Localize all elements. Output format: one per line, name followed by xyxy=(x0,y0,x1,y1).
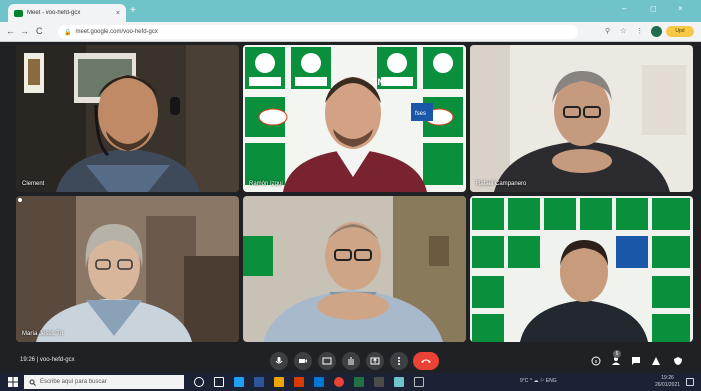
excel-icon[interactable] xyxy=(354,377,364,387)
reload-button[interactable]: C xyxy=(36,26,43,36)
tab-title: Meet - voo-hefd-gcx xyxy=(27,10,81,16)
meet-stage: Clement ANPE fses Ramón Izqui Rafael Cam… xyxy=(0,42,701,349)
meeting-time: 19:26 xyxy=(20,357,36,363)
taskbar-search[interactable]: Escribe aquí para buscar xyxy=(24,375,184,389)
participant-tile-1[interactable]: Clement xyxy=(16,45,239,192)
participant-name: Rafael Campanero xyxy=(476,181,527,187)
meeting-details: 19:26 | voo-hefd-gcx xyxy=(20,357,75,363)
fses-banner-text: fses xyxy=(415,111,426,117)
browser-tab-strip: Meet - voo-hefd-gcx × + – ◻ × xyxy=(0,0,701,22)
participant-tile-4[interactable]: María Jesús Tri xyxy=(16,196,239,342)
participant-video-3 xyxy=(470,45,693,192)
windows-start-icon[interactable] xyxy=(8,377,18,387)
participant-tile-5[interactable] xyxy=(243,196,466,342)
edge-icon[interactable] xyxy=(234,377,244,387)
participant-video-4 xyxy=(16,196,239,342)
meet-control-bar: 19:26 | voo-hefd-gcx 6 xyxy=(0,349,701,373)
cortana-icon[interactable] xyxy=(194,377,204,387)
notifications-icon[interactable] xyxy=(686,378,694,386)
toolbar-icons[interactable]: ⚲ ☆ ⋮ xyxy=(605,27,647,35)
anpe-banner-text: ANPE xyxy=(371,77,396,87)
participant-name: María Jesús Tri xyxy=(22,331,64,337)
close-window-button[interactable]: × xyxy=(678,4,683,13)
activities-icon xyxy=(652,357,660,365)
windows-taskbar: Escribe aquí para buscar 9°C ^ ☁ ⚐ ENG 1… xyxy=(0,373,701,391)
new-tab-button[interactable]: + xyxy=(130,5,136,16)
info-button[interactable] xyxy=(590,355,602,367)
meet-favicon-icon xyxy=(14,9,23,17)
tab-close-button[interactable]: × xyxy=(116,10,120,17)
raise-hand-button[interactable] xyxy=(342,352,360,370)
end-call-icon xyxy=(421,359,431,363)
file-explorer-icon[interactable] xyxy=(274,377,284,387)
store-icon[interactable] xyxy=(374,377,384,387)
present-icon xyxy=(370,357,380,365)
chat-icon xyxy=(632,357,640,365)
back-button[interactable]: ← xyxy=(6,26,15,36)
chrome-icon[interactable] xyxy=(334,377,344,387)
present-button[interactable] xyxy=(366,352,384,370)
participant-name: Ramón Izqui xyxy=(249,181,283,187)
info-icon xyxy=(591,356,601,366)
clock-date: 26/01/2021 xyxy=(655,382,681,388)
participant-tile-6[interactable] xyxy=(470,196,693,342)
search-placeholder: Escribe aquí para buscar xyxy=(40,379,107,385)
browser-tab[interactable]: Meet - voo-hefd-gcx × xyxy=(8,4,126,22)
raise-hand-icon xyxy=(348,357,354,365)
minimize-button[interactable]: – xyxy=(622,4,626,13)
meeting-code: voo-hefd-gcx xyxy=(39,357,75,363)
camera-button[interactable] xyxy=(294,352,312,370)
settings-icon[interactable] xyxy=(414,377,424,387)
meet-app-icon[interactable] xyxy=(394,377,404,387)
profile-avatar[interactable] xyxy=(651,26,662,37)
microphone-button[interactable] xyxy=(270,352,288,370)
participant-video-2: ANPE fses xyxy=(243,45,466,192)
more-options-button[interactable] xyxy=(390,352,408,370)
chat-button[interactable] xyxy=(630,355,642,367)
taskbar-clock[interactable]: 19:26 26/01/2021 xyxy=(655,375,680,389)
url-text: meet.google.com/voo-hefd-gcx xyxy=(75,29,158,35)
participant-video-1 xyxy=(16,45,239,192)
browser-toolbar: ← → C 🔒 meet.google.com/voo-hefd-gcx ⚲ ☆… xyxy=(0,22,701,42)
microphone-icon xyxy=(275,357,283,364)
more-options-icon xyxy=(398,357,400,365)
captions-button[interactable] xyxy=(318,352,336,370)
meeting-separator: | xyxy=(36,357,39,363)
participant-tile-3[interactable]: Rafael Campanero xyxy=(470,45,693,192)
lock-icon: 🔒 xyxy=(64,29,72,36)
people-count-badge: 6 xyxy=(613,350,621,358)
participant-name: Clement xyxy=(22,181,45,187)
system-tray[interactable]: 9°C ^ ☁ ⚐ ENG xyxy=(520,378,557,384)
word-icon[interactable] xyxy=(254,377,264,387)
participant-tile-2[interactable]: ANPE fses Ramón Izqui xyxy=(243,45,466,192)
activities-button[interactable] xyxy=(650,355,662,367)
pin-icon[interactable] xyxy=(16,196,24,204)
forward-button[interactable]: → xyxy=(20,26,29,36)
clock-time: 19:26 xyxy=(661,375,674,381)
camera-icon xyxy=(299,359,307,363)
outlook-icon[interactable] xyxy=(314,377,324,387)
end-call-button[interactable] xyxy=(413,352,439,370)
update-button[interactable]: Upd xyxy=(666,26,694,37)
participant-video-5 xyxy=(243,196,466,342)
participant-video-6 xyxy=(470,196,693,342)
task-view-icon[interactable] xyxy=(214,377,224,387)
search-icon xyxy=(29,379,36,386)
security-button[interactable] xyxy=(672,355,684,367)
security-icon xyxy=(674,357,682,365)
maximize-button[interactable]: ◻ xyxy=(650,4,657,13)
address-bar[interactable]: 🔒 meet.google.com/voo-hefd-gcx xyxy=(58,25,578,39)
captions-icon xyxy=(322,357,332,365)
powerpoint-icon[interactable] xyxy=(294,377,304,387)
